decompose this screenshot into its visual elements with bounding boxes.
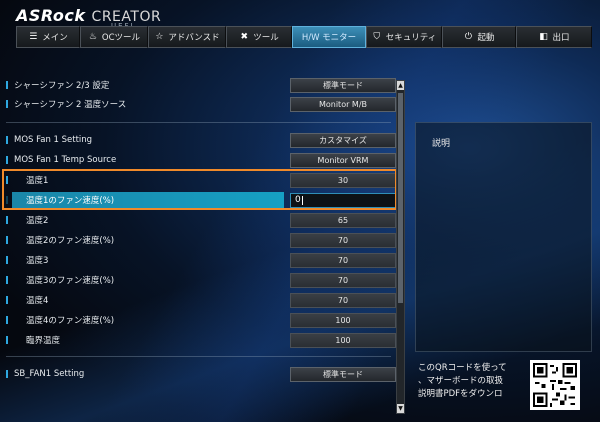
- description-panel: [415, 122, 592, 352]
- setting-label: 温度3: [26, 256, 49, 266]
- setting-row[interactable]: SB_FAN1 Setting 標準モード: [6, 366, 396, 382]
- setting-value-button[interactable]: Monitor M/B: [290, 96, 396, 112]
- setting-value[interactable]: 70: [290, 252, 396, 268]
- row-marker: [6, 276, 8, 284]
- flame-icon: ♨: [88, 32, 97, 42]
- tab-label: OCツール: [101, 33, 141, 43]
- setting-row[interactable]: 臨界温度 100: [6, 332, 396, 348]
- setting-row[interactable]: 温度4 70: [6, 292, 396, 308]
- scroll-up-arrow-icon[interactable]: ▲: [397, 81, 404, 90]
- tab-main[interactable]: ☰ メイン: [16, 26, 80, 48]
- setting-label: 臨界温度: [26, 336, 61, 346]
- tab-advanced[interactable]: ☆ アドバンスド: [148, 26, 226, 48]
- setting-label: 温度2のファン速度(%): [26, 236, 115, 246]
- row-marker: [6, 336, 8, 344]
- qr-line: 説明書PDFをダウンロ: [418, 389, 503, 399]
- setting-row[interactable]: 温度2 65: [6, 212, 396, 228]
- setting-value-button[interactable]: 標準モード: [290, 77, 396, 93]
- tab-exit[interactable]: ◧ 出口: [516, 26, 592, 48]
- tab-boot[interactable]: ⏻ 起動: [442, 26, 516, 48]
- setting-value-button[interactable]: 標準モード: [290, 366, 396, 382]
- row-marker: [6, 81, 8, 89]
- tab-oc-tweaker[interactable]: ♨ OCツール: [80, 26, 148, 48]
- tab-label: セキュリティ: [385, 33, 437, 43]
- scrollbar[interactable]: ▲ ▼: [396, 80, 405, 414]
- setting-row[interactable]: 温度3のファン速度(%) 70: [6, 272, 396, 288]
- menu-icon: ☰: [29, 32, 38, 42]
- setting-row[interactable]: 温度3 70: [6, 252, 396, 268]
- setting-row[interactable]: MOS Fan 1 Temp Source Monitor VRM: [6, 152, 396, 168]
- setting-label: 温度4のファン速度(%): [26, 316, 115, 326]
- row-marker: [6, 296, 8, 304]
- qr-code: [530, 360, 580, 410]
- setting-value[interactable]: 65: [290, 212, 396, 228]
- row-marker: [6, 216, 8, 224]
- row-marker: [6, 256, 8, 264]
- setting-value[interactable]: 100: [290, 332, 396, 348]
- row-marker: [6, 370, 8, 378]
- tab-label: メイン: [42, 33, 68, 43]
- setting-value[interactable]: 100: [290, 312, 396, 328]
- star-icon: ☆: [155, 32, 164, 42]
- setting-row[interactable]: 温度4のファン速度(%) 100: [6, 312, 396, 328]
- setting-label: MOS Fan 1 Temp Source: [14, 155, 117, 165]
- qr-instructions: このQRコードを使って 、マザーボードの取扱 説明書PDFをダウンロ: [418, 362, 528, 401]
- scroll-down-arrow-icon[interactable]: ▼: [397, 404, 404, 413]
- section-divider: [6, 356, 391, 357]
- scrollbar-thumb[interactable]: [398, 93, 403, 303]
- tab-label: ツール: [253, 33, 279, 43]
- setting-label: シャーシファン 2 温度ソース: [14, 100, 127, 110]
- setting-value[interactable]: 70: [290, 232, 396, 248]
- qr-line: このQRコードを使って: [418, 363, 507, 373]
- setting-row[interactable]: シャーシファン 2/3 設定 標準モード: [6, 77, 396, 93]
- setting-value[interactable]: 70: [290, 292, 396, 308]
- tab-label: H/W モニター: [301, 33, 357, 43]
- asrock-logo: ASRock: [16, 6, 86, 25]
- setting-row[interactable]: シャーシファン 2 温度ソース Monitor M/B: [6, 96, 396, 112]
- setting-label: 温度4: [26, 296, 49, 306]
- row-marker: [6, 156, 8, 164]
- tab-label: 出口: [552, 33, 570, 43]
- brand: ASRock CREATOR: [16, 6, 161, 28]
- tools-icon: ✖: [240, 32, 248, 42]
- power-icon: ⏻: [464, 32, 473, 42]
- setting-value[interactable]: 70: [290, 272, 396, 288]
- setting-label: 温度2: [26, 216, 49, 226]
- setting-value-button[interactable]: カスタマイズ: [290, 132, 396, 148]
- qr-line: 、マザーボードの取扱: [418, 376, 504, 386]
- tab-security[interactable]: ⛉ セキュリティ: [366, 26, 442, 48]
- exit-icon: ◧: [539, 32, 548, 42]
- row-marker: [6, 236, 8, 244]
- section-divider: [6, 122, 391, 123]
- description-title: 説明: [432, 139, 451, 149]
- tab-label: アドバンスド: [168, 33, 220, 43]
- tab-label: 起動: [477, 33, 495, 43]
- row-marker: [6, 316, 8, 324]
- top-navigation: ☰ メイン ♨ OCツール ☆ アドバンスド ✖ ツール H/W モニター ⛉ …: [16, 26, 592, 48]
- annotation-highlight-box: [2, 169, 397, 210]
- row-marker: [6, 100, 8, 108]
- tab-tool[interactable]: ✖ ツール: [226, 26, 292, 48]
- setting-label: SB_FAN1 Setting: [14, 369, 85, 379]
- tab-hw-monitor[interactable]: H/W モニター: [292, 26, 366, 48]
- setting-label: MOS Fan 1 Setting: [14, 135, 93, 145]
- setting-row[interactable]: 温度2のファン速度(%) 70: [6, 232, 396, 248]
- setting-row[interactable]: MOS Fan 1 Setting カスタマイズ: [6, 132, 396, 148]
- setting-label: シャーシファン 2/3 設定: [14, 81, 110, 91]
- row-marker: [6, 136, 8, 144]
- setting-value-button[interactable]: Monitor VRM: [290, 152, 396, 168]
- setting-label: 温度3のファン速度(%): [26, 276, 115, 286]
- shield-icon: ⛉: [373, 32, 381, 42]
